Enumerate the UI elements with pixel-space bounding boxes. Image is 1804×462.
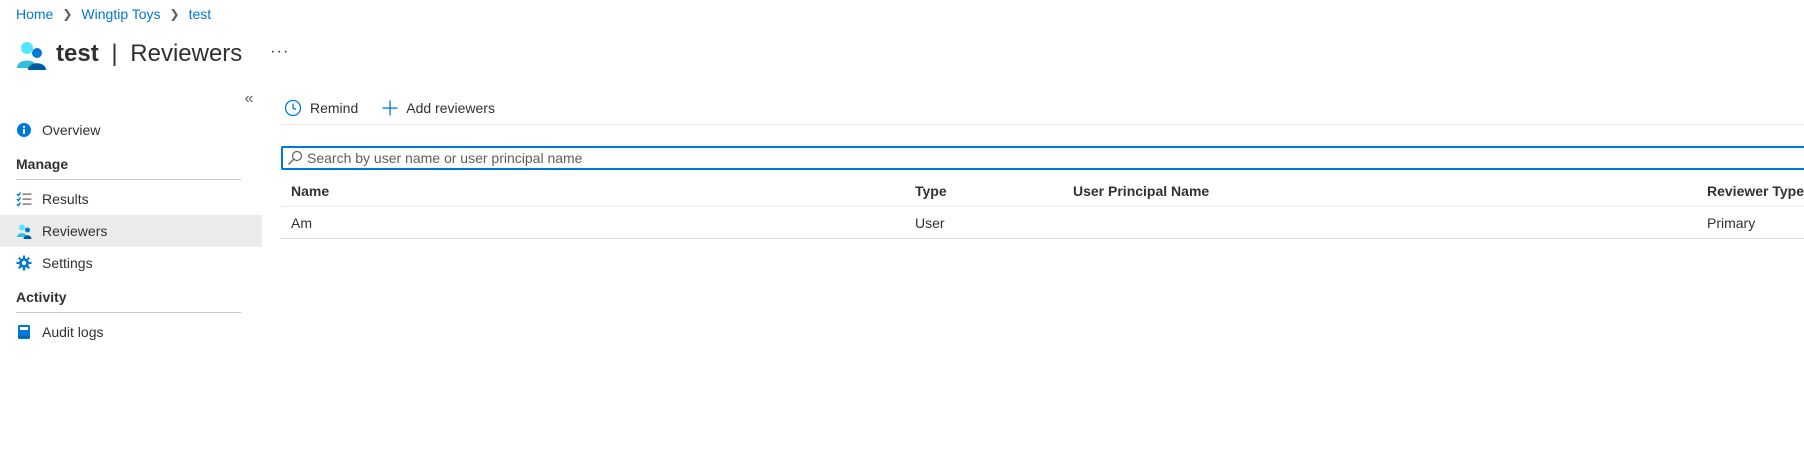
command-bar: Remind Add reviewers — [280, 93, 1804, 125]
add-reviewers-button[interactable]: Add reviewers — [378, 100, 499, 116]
reviewers-header-icon — [16, 40, 46, 74]
column-header-type[interactable]: Type — [913, 183, 1071, 199]
collapse-sidebar-button[interactable]: « — [240, 90, 258, 108]
sidebar-item-reviewers[interactable]: Reviewers — [0, 215, 262, 247]
column-header-name[interactable]: Name — [281, 183, 913, 199]
page-title-resource: test — [56, 40, 99, 67]
page-title: test | Reviewers — [56, 40, 242, 68]
reviewers-table: Name Type User Principal Name Reviewer T… — [281, 175, 1804, 239]
remind-button[interactable]: Remind — [280, 99, 362, 117]
column-header-reviewer-type[interactable]: Reviewer Type — [1705, 183, 1804, 199]
column-header-upn[interactable]: User Principal Name — [1071, 183, 1705, 199]
sidebar-item-label: Results — [42, 191, 89, 207]
remind-label: Remind — [310, 99, 359, 116]
sidebar-item-label: Reviewers — [42, 223, 108, 239]
info-icon — [16, 122, 32, 138]
page-title-section: Reviewers — [130, 40, 243, 67]
sidebar: Overview Manage Results Reviewers Settin… — [0, 114, 262, 348]
search-icon — [288, 150, 303, 165]
more-options-button[interactable]: ··· — [270, 43, 289, 61]
checklist-icon — [16, 191, 32, 207]
add-reviewers-label: Add reviewers — [406, 99, 495, 116]
cell-name: Am — [291, 214, 312, 231]
plus-icon — [382, 100, 398, 115]
cell-type: User — [915, 214, 945, 231]
chevron-right-icon: ❯ — [169, 7, 180, 21]
sidebar-item-overview[interactable]: Overview — [0, 114, 262, 146]
gear-icon — [16, 255, 32, 271]
sidebar-item-audit-logs[interactable]: Audit logs — [0, 316, 262, 348]
sidebar-item-results[interactable]: Results — [0, 183, 262, 215]
breadcrumb-wingtip-toys[interactable]: Wingtip Toys — [81, 6, 160, 22]
cell-reviewer-type: Primary — [1707, 214, 1756, 231]
sidebar-item-label: Overview — [42, 122, 101, 138]
search-box[interactable] — [281, 146, 1804, 170]
table-row[interactable]: Am User Primary — [281, 207, 1804, 239]
sidebar-section-activity: Activity — [16, 289, 241, 313]
table-header: Name Type User Principal Name Reviewer T… — [281, 175, 1804, 207]
book-icon — [16, 324, 32, 340]
clock-icon — [284, 99, 302, 116]
sidebar-item-settings[interactable]: Settings — [0, 247, 262, 279]
breadcrumb: Home ❯ Wingtip Toys ❯ test — [16, 6, 211, 22]
reviewers-icon — [16, 223, 32, 239]
breadcrumb-home[interactable]: Home — [16, 6, 53, 22]
sidebar-item-label: Audit logs — [42, 324, 104, 340]
sidebar-item-label: Settings — [42, 255, 93, 271]
chevron-right-icon: ❯ — [62, 7, 73, 21]
sidebar-section-manage: Manage — [16, 156, 241, 180]
page-title-separator: | — [111, 40, 118, 67]
reviewers-page: Home ❯ Wingtip Toys ❯ test test | Review… — [0, 0, 1804, 462]
page-header: test | Reviewers ··· — [16, 34, 289, 74]
breadcrumb-test[interactable]: test — [189, 6, 212, 22]
search-input[interactable] — [307, 150, 1707, 166]
